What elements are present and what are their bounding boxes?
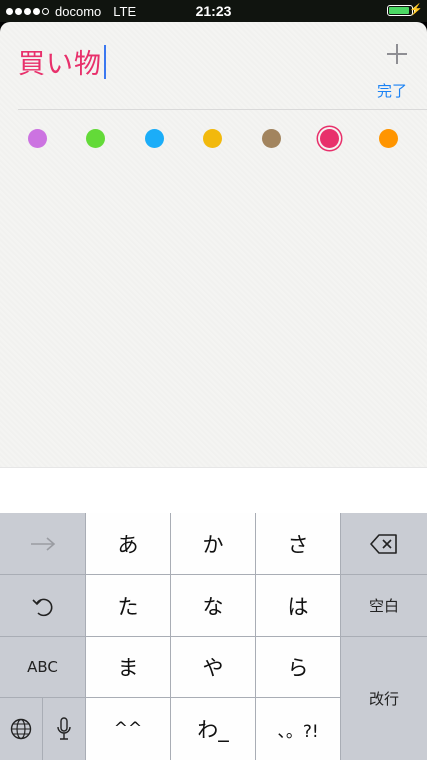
kana-key-sa[interactable]: さ — [256, 513, 341, 575]
color-red[interactable] — [320, 129, 339, 148]
kana-key-ta[interactable]: た — [86, 575, 171, 637]
kana-key-wa[interactable]: わ_ — [171, 698, 256, 760]
note-sheet: 買い物 完了 — [0, 22, 427, 467]
color-orange[interactable] — [379, 129, 398, 148]
blank-area — [0, 467, 427, 513]
kana-key-kaomoji[interactable]: ^^ — [86, 698, 171, 760]
microphone-icon — [56, 717, 72, 741]
delete-key[interactable] — [341, 513, 427, 575]
arrow-key[interactable] — [0, 513, 86, 575]
note-title-field[interactable]: 買い物 — [18, 42, 106, 81]
delete-icon — [370, 533, 398, 554]
color-blue[interactable] — [145, 129, 164, 148]
color-purple[interactable] — [28, 129, 47, 148]
charging-icon: ⚡ — [409, 4, 423, 16]
mic-key[interactable] — [43, 698, 86, 760]
kana-key-ka[interactable]: か — [171, 513, 256, 575]
globe-icon — [10, 718, 32, 740]
kana-key-na[interactable]: な — [171, 575, 256, 637]
plus-icon[interactable] — [387, 44, 407, 64]
kana-key-punctuation[interactable]: 、。?! — [256, 698, 341, 760]
divider — [18, 109, 427, 110]
space-key[interactable]: 空白 — [341, 575, 427, 637]
color-brown[interactable] — [262, 129, 281, 148]
undo-icon — [31, 594, 55, 618]
globe-key[interactable] — [0, 698, 43, 760]
status-time: 21:23 — [195, 3, 232, 19]
kana-key-a[interactable]: あ — [86, 513, 171, 575]
status-bar: docomo LTE 21:23 ⚡ — [0, 0, 427, 22]
undo-key[interactable] — [0, 575, 86, 637]
return-key[interactable]: 改行 — [341, 637, 427, 760]
kana-key-ma[interactable]: ま — [86, 637, 171, 698]
color-picker — [0, 129, 427, 153]
kana-key-ra[interactable]: ら — [256, 637, 341, 698]
color-yellow[interactable] — [203, 129, 222, 148]
abc-key[interactable]: ABC — [0, 637, 86, 698]
keyboard: あ か さ た な は 空白 ABC ま や ら 改行 ^^ わ_ 、。?! — [0, 513, 427, 760]
text-cursor — [104, 44, 106, 79]
kana-key-ya[interactable]: や — [171, 637, 256, 698]
color-green[interactable] — [86, 129, 105, 148]
note-title[interactable]: 買い物 — [18, 42, 102, 81]
kana-key-ha[interactable]: は — [256, 575, 341, 637]
done-button[interactable]: 完了 — [377, 80, 407, 101]
arrow-right-icon — [30, 536, 56, 551]
